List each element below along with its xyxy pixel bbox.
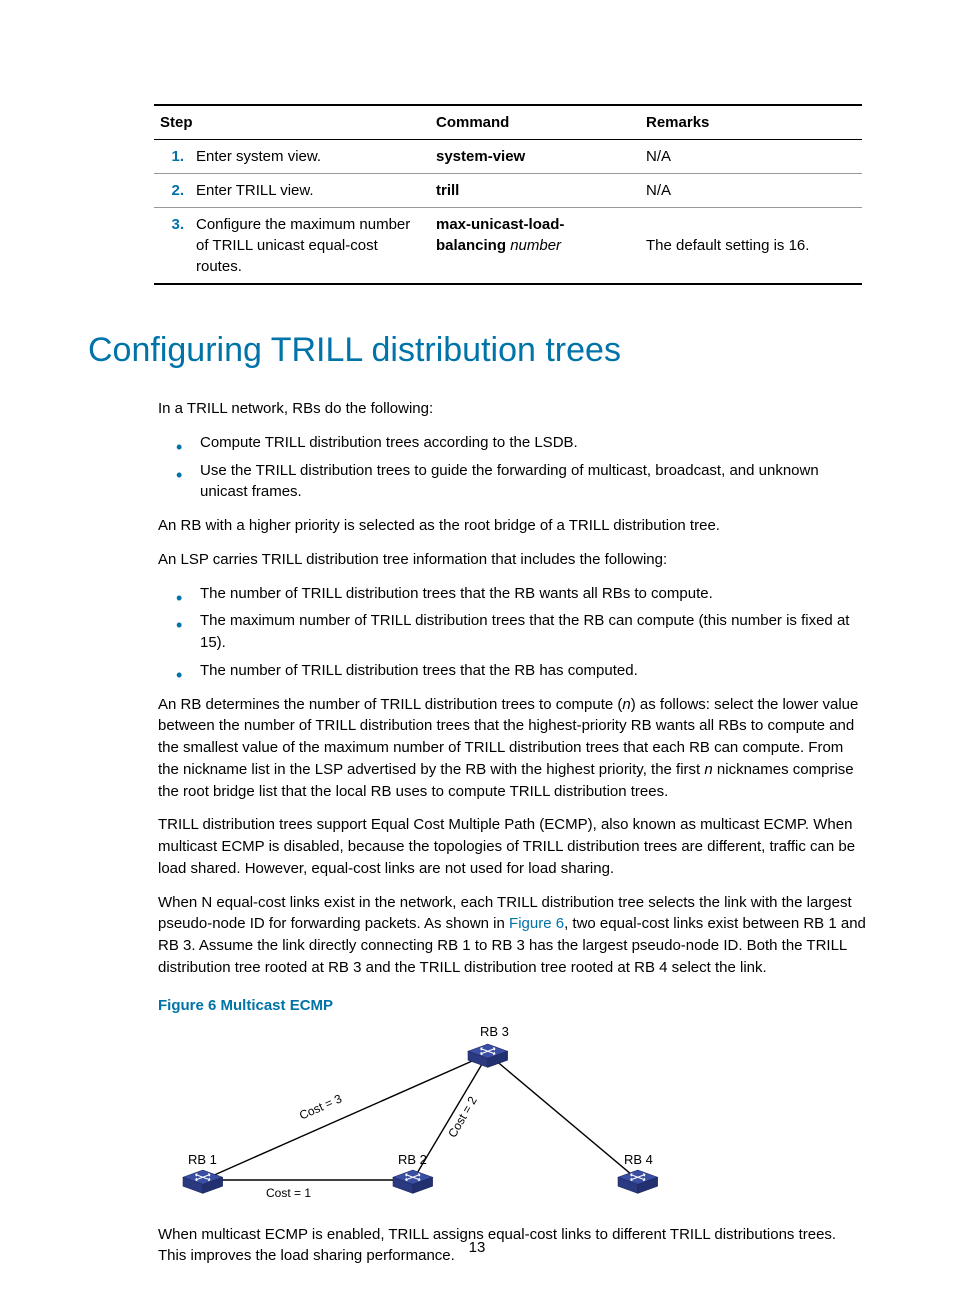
steps-table: Step Command Remarks 1. Enter system vie… xyxy=(154,104,862,285)
figure-multicast-ecmp: RB 3 RB 1 RB 2 RB 4 Cost = 3 Cost = 2 Co… xyxy=(158,1022,678,1204)
table-row: 3. Configure the maximum number of TRILL… xyxy=(154,208,862,285)
page-number: 13 xyxy=(0,1239,954,1256)
rb1-label: RB 1 xyxy=(188,1152,217,1167)
step-command: system-view xyxy=(430,140,640,174)
figure-caption: Figure 6 Multicast ECMP xyxy=(158,997,866,1014)
step-action: Enter TRILL view. xyxy=(190,174,430,208)
step-remarks: N/A xyxy=(640,174,862,208)
list-item: Compute TRILL distribution trees accordi… xyxy=(200,432,866,454)
paragraph: When N equal-cost links exist in the net… xyxy=(158,892,866,979)
bullet-list: The number of TRILL distribution trees t… xyxy=(158,583,866,682)
step-number: 1. xyxy=(154,140,190,174)
table-row: 2. Enter TRILL view. trill N/A xyxy=(154,174,862,208)
figure-link[interactable]: Figure 6 xyxy=(509,915,564,932)
table-row: 1. Enter system view. system-view N/A xyxy=(154,140,862,174)
paragraph: An RB determines the number of TRILL dis… xyxy=(158,694,866,803)
list-item: The maximum number of TRILL distribution… xyxy=(200,610,866,654)
list-item: The number of TRILL distribution trees t… xyxy=(200,583,866,605)
list-item: The number of TRILL distribution trees t… xyxy=(200,660,866,682)
step-remarks: The default setting is 16. xyxy=(640,208,862,285)
step-command: max-unicast-load-balancing number xyxy=(430,208,640,285)
intro-paragraph: In a TRILL network, RBs do the following… xyxy=(158,398,866,420)
step-number: 2. xyxy=(154,174,190,208)
rb4-label: RB 4 xyxy=(624,1152,653,1167)
section-heading: Configuring TRILL distribution trees xyxy=(88,331,866,370)
th-command: Command xyxy=(430,105,640,140)
th-remarks: Remarks xyxy=(640,105,862,140)
step-action: Enter system view. xyxy=(190,140,430,174)
cost1-label: Cost = 1 xyxy=(266,1186,311,1200)
paragraph: An RB with a higher priority is selected… xyxy=(158,515,866,537)
th-step: Step xyxy=(154,105,430,140)
rb2-label: RB 2 xyxy=(398,1152,427,1167)
paragraph: TRILL distribution trees support Equal C… xyxy=(158,814,866,879)
bullet-list: Compute TRILL distribution trees accordi… xyxy=(158,432,866,503)
step-remarks: N/A xyxy=(640,140,862,174)
step-action: Configure the maximum number of TRILL un… xyxy=(190,208,430,285)
rb3-label: RB 3 xyxy=(480,1024,509,1039)
step-command: trill xyxy=(430,174,640,208)
step-number: 3. xyxy=(154,208,190,285)
list-item: Use the TRILL distribution trees to guid… xyxy=(200,460,866,504)
paragraph: An LSP carries TRILL distribution tree i… xyxy=(158,549,866,571)
